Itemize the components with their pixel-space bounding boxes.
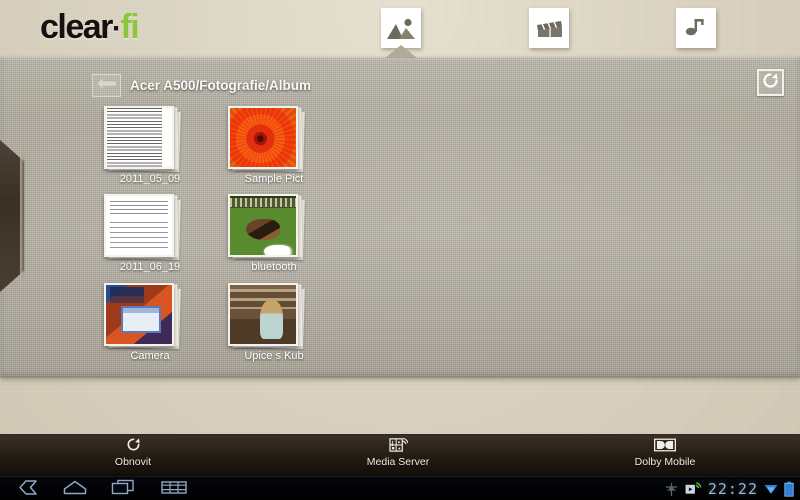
- folder-thumbnail-flower: [230, 108, 296, 167]
- status-icons-group[interactable]: 22:22: [664, 477, 794, 500]
- active-tab-indicator: [381, 45, 421, 58]
- back-button[interactable]: [92, 74, 121, 97]
- stack-sheet-front: [104, 282, 174, 346]
- stack-sheet-front: [228, 282, 298, 346]
- media-cast-icon: [685, 482, 702, 496]
- thumbnail-stack: [228, 194, 305, 261]
- folder-item[interactable]: Úpice s Kub: [220, 280, 328, 368]
- music-note-icon: [681, 16, 711, 40]
- folder-item[interactable]: 2011_05_09: [96, 103, 204, 191]
- app-top-bar: clear·fi: [0, 0, 800, 58]
- stack-sheet-front: [228, 194, 298, 258]
- folder-thumbnail-desktop: [106, 284, 172, 344]
- toolbar-media-server-label: Media Server: [366, 456, 430, 468]
- photo-icon: [386, 16, 416, 40]
- refresh-icon: [126, 436, 141, 453]
- left-drawer-flap-edge: [20, 140, 25, 292]
- android-home-icon: [63, 480, 87, 500]
- thumbnail-stack: [104, 194, 181, 261]
- thumbnail-stack: [104, 106, 181, 172]
- stack-sheet-front: [104, 194, 174, 258]
- back-arrow-icon: [96, 76, 117, 95]
- logo-text-primary: clear: [40, 8, 113, 46]
- bottom-toolbar: Obnovit Media Server Dolby Mobile: [0, 378, 800, 476]
- folder-item[interactable]: Camera: [96, 280, 204, 368]
- folder-thumbnail-dog: [230, 196, 296, 256]
- android-recent-apps-button[interactable]: [104, 479, 142, 500]
- logo-text-accent: fi: [120, 8, 139, 46]
- usb-debug-icon: [664, 482, 679, 497]
- android-recent-apps-icon: [111, 479, 135, 500]
- android-apps-grid-button[interactable]: [155, 480, 193, 499]
- android-back-icon: [16, 479, 38, 500]
- android-back-button[interactable]: [8, 479, 46, 500]
- folder-thumbnail-document: [106, 196, 172, 256]
- media-server-icon: [388, 436, 408, 453]
- content-panel: Acer A500/Fotografie/Album 2011_05_09 Sa…: [0, 57, 800, 378]
- toolbar-dolby-button[interactable]: Dolby Mobile: [590, 436, 740, 474]
- clearfi-logo: clear·fi: [40, 8, 140, 47]
- folder-item[interactable]: 2011_06_19: [96, 191, 204, 279]
- android-system-bar: 22:22: [0, 476, 800, 500]
- toolbar-dolby-label: Dolby Mobile: [634, 456, 696, 468]
- tab-music[interactable]: [676, 8, 716, 48]
- folder-label: Camera: [130, 349, 170, 362]
- video-clapperboard-icon: [534, 16, 564, 40]
- tab-photo[interactable]: [381, 8, 421, 48]
- battery-icon: [784, 481, 794, 497]
- clearfi-app-window: clear·fi Acer A500/Fotografie/Album 2011…: [0, 0, 800, 476]
- android-apps-grid-icon: [161, 480, 187, 500]
- dolby-icon: [654, 436, 676, 453]
- panel-refresh-button[interactable]: [757, 69, 784, 96]
- folder-item[interactable]: Sample Pict: [220, 103, 328, 191]
- stack-sheet-front: [228, 106, 298, 169]
- folder-label: Sample Pict: [244, 173, 304, 185]
- toolbar-refresh-label: Obnovit: [114, 456, 152, 468]
- folder-thumbnail-portrait: [230, 284, 296, 344]
- thumbnail-stack: [228, 282, 305, 349]
- folder-label: Úpice s Kub: [244, 349, 304, 362]
- wifi-icon: [764, 482, 778, 496]
- folder-label: 2011_05_09: [119, 173, 181, 185]
- folder-label: 2011_06_19: [119, 261, 181, 274]
- breadcrumb: Acer A500/Fotografie/Album: [92, 73, 311, 98]
- toolbar-refresh-button[interactable]: Obnovit: [58, 436, 208, 474]
- android-home-button[interactable]: [56, 480, 94, 499]
- folder-grid: 2011_05_09 Sample Pict 2011_06_19 blueto…: [96, 103, 336, 368]
- status-clock: 22:22: [707, 480, 758, 498]
- breadcrumb-path: Acer A500/Fotografie/Album: [130, 78, 312, 93]
- refresh-icon: [762, 72, 779, 94]
- folder-thumbnail-document: [106, 108, 172, 167]
- tab-video[interactable]: [529, 8, 569, 48]
- folder-item[interactable]: bluetooth: [220, 191, 328, 279]
- thumbnail-stack: [104, 282, 181, 349]
- thumbnail-stack: [228, 106, 305, 172]
- folder-label: bluetooth: [251, 261, 297, 274]
- stack-sheet-front: [104, 106, 174, 169]
- toolbar-media-server-button[interactable]: Media Server: [323, 436, 473, 474]
